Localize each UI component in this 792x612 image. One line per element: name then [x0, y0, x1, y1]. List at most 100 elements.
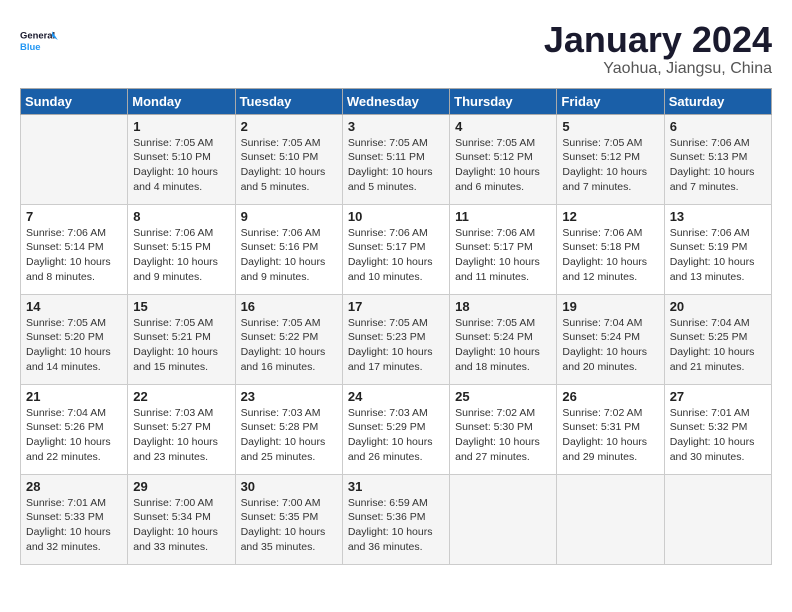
table-row: 4 Sunrise: 7:05 AM Sunset: 5:12 PM Daylig…: [450, 114, 557, 204]
title-block: January 2024 Yaohua, Jiangsu, China: [544, 20, 772, 78]
table-row: 7 Sunrise: 7:06 AM Sunset: 5:14 PM Daylig…: [21, 204, 128, 294]
calendar-week-row: 14 Sunrise: 7:05 AM Sunset: 5:20 PM Dayli…: [21, 294, 772, 384]
day-info: Sunrise: 6:59 AM Sunset: 5:36 PM Dayligh…: [348, 496, 444, 555]
day-number: 2: [241, 119, 337, 134]
day-info: Sunrise: 7:05 AM Sunset: 5:11 PM Dayligh…: [348, 136, 444, 195]
day-number: 19: [562, 299, 658, 314]
calendar-week-row: 21 Sunrise: 7:04 AM Sunset: 5:26 PM Dayli…: [21, 384, 772, 474]
table-row: 22 Sunrise: 7:03 AM Sunset: 5:27 PM Dayli…: [128, 384, 235, 474]
day-number: 31: [348, 479, 444, 494]
day-number: 30: [241, 479, 337, 494]
table-row: 20 Sunrise: 7:04 AM Sunset: 5:25 PM Dayli…: [664, 294, 771, 384]
day-number: 20: [670, 299, 766, 314]
table-row: 18 Sunrise: 7:05 AM Sunset: 5:24 PM Dayli…: [450, 294, 557, 384]
table-row: 13Sunrise: 7:06 AM Sunset: 5:19 PM Dayli…: [664, 204, 771, 294]
day-info: Sunrise: 7:05 AM Sunset: 5:21 PM Dayligh…: [133, 316, 229, 375]
table-row: 31 Sunrise: 6:59 AM Sunset: 5:36 PM Dayli…: [342, 474, 449, 564]
day-number: 25: [455, 389, 551, 404]
day-info: Sunrise: 7:05 AM Sunset: 5:23 PM Dayligh…: [348, 316, 444, 375]
day-number: 6: [670, 119, 766, 134]
svg-text:Blue: Blue: [20, 42, 40, 53]
svg-text:General: General: [20, 31, 55, 42]
day-number: 24: [348, 389, 444, 404]
table-row: 5Sunrise: 7:05 AM Sunset: 5:12 PM Daylig…: [557, 114, 664, 204]
table-row: [21, 114, 128, 204]
header-sunday: Sunday: [21, 88, 128, 114]
table-row: 23Sunrise: 7:03 AM Sunset: 5:28 PM Dayli…: [235, 384, 342, 474]
header-friday: Friday: [557, 88, 664, 114]
day-number: 15: [133, 299, 229, 314]
day-number: 14: [26, 299, 122, 314]
header-monday: Monday: [128, 88, 235, 114]
main-title: January 2024: [544, 20, 772, 60]
day-info: Sunrise: 7:06 AM Sunset: 5:17 PM Dayligh…: [455, 226, 551, 285]
table-row: 8 Sunrise: 7:06 AM Sunset: 5:15 PM Daylig…: [128, 204, 235, 294]
table-row: 19 Sunrise: 7:04 AM Sunset: 5:24 PM Dayli…: [557, 294, 664, 384]
table-row: 10 Sunrise: 7:06 AM Sunset: 5:17 PM Dayli…: [342, 204, 449, 294]
day-info: Sunrise: 7:05 AM Sunset: 5:20 PM Dayligh…: [26, 316, 122, 375]
day-info: Sunrise: 7:05 AM Sunset: 5:22 PM Dayligh…: [241, 316, 337, 375]
table-row: 1 Sunrise: 7:05 AM Sunset: 5:10 PM Daylig…: [128, 114, 235, 204]
day-info: Sunrise: 7:05 AM Sunset: 5:10 PM Dayligh…: [241, 136, 337, 195]
table-row: 9Sunrise: 7:06 AM Sunset: 5:16 PM Daylig…: [235, 204, 342, 294]
table-row: 24Sunrise: 7:03 AM Sunset: 5:29 PM Dayli…: [342, 384, 449, 474]
table-row: 2 Sunrise: 7:05 AM Sunset: 5:10 PM Daylig…: [235, 114, 342, 204]
table-row: 16 Sunrise: 7:05 AM Sunset: 5:22 PM Dayli…: [235, 294, 342, 384]
header-wednesday: Wednesday: [342, 88, 449, 114]
day-number: 10: [348, 209, 444, 224]
calendar-week-row: 1 Sunrise: 7:05 AM Sunset: 5:10 PM Daylig…: [21, 114, 772, 204]
day-info: Sunrise: 7:04 AM Sunset: 5:25 PM Dayligh…: [670, 316, 766, 375]
day-info: Sunrise: 7:05 AM Sunset: 5:12 PM Dayligh…: [455, 136, 551, 195]
day-number: 26: [562, 389, 658, 404]
day-info: Sunrise: 7:06 AM Sunset: 5:18 PM Dayligh…: [562, 226, 658, 285]
table-row: 14 Sunrise: 7:05 AM Sunset: 5:20 PM Dayli…: [21, 294, 128, 384]
day-info: Sunrise: 7:05 AM Sunset: 5:10 PM Dayligh…: [133, 136, 229, 195]
day-number: 12: [562, 209, 658, 224]
day-info: Sunrise: 7:04 AM Sunset: 5:24 PM Dayligh…: [562, 316, 658, 375]
table-row: 26 Sunrise: 7:02 AM Sunset: 5:31 PM Dayli…: [557, 384, 664, 474]
table-row: 25Sunrise: 7:02 AM Sunset: 5:30 PM Dayli…: [450, 384, 557, 474]
day-number: 28: [26, 479, 122, 494]
day-info: Sunrise: 7:02 AM Sunset: 5:31 PM Dayligh…: [562, 406, 658, 465]
day-info: Sunrise: 7:01 AM Sunset: 5:32 PM Dayligh…: [670, 406, 766, 465]
table-row: 6 Sunrise: 7:06 AM Sunset: 5:13 PM Daylig…: [664, 114, 771, 204]
day-info: Sunrise: 7:06 AM Sunset: 5:16 PM Dayligh…: [241, 226, 337, 285]
calendar-table: Sunday Monday Tuesday Wednesday Thursday…: [20, 88, 772, 565]
day-number: 3: [348, 119, 444, 134]
page: General Blue General Blue January 2024 Y…: [0, 0, 792, 612]
calendar-header-row: Sunday Monday Tuesday Wednesday Thursday…: [21, 88, 772, 114]
calendar-week-row: 7 Sunrise: 7:06 AM Sunset: 5:14 PM Daylig…: [21, 204, 772, 294]
day-number: 4: [455, 119, 551, 134]
day-info: Sunrise: 7:03 AM Sunset: 5:27 PM Dayligh…: [133, 406, 229, 465]
day-number: 13: [670, 209, 766, 224]
day-info: Sunrise: 7:01 AM Sunset: 5:33 PM Dayligh…: [26, 496, 122, 555]
table-row: [450, 474, 557, 564]
day-info: Sunrise: 7:03 AM Sunset: 5:28 PM Dayligh…: [241, 406, 337, 465]
day-number: 17: [348, 299, 444, 314]
day-number: 1: [133, 119, 229, 134]
day-info: Sunrise: 7:06 AM Sunset: 5:13 PM Dayligh…: [670, 136, 766, 195]
table-row: 15 Sunrise: 7:05 AM Sunset: 5:21 PM Dayli…: [128, 294, 235, 384]
day-info: Sunrise: 7:05 AM Sunset: 5:24 PM Dayligh…: [455, 316, 551, 375]
day-info: Sunrise: 7:06 AM Sunset: 5:14 PM Dayligh…: [26, 226, 122, 285]
day-number: 8: [133, 209, 229, 224]
table-row: 17 Sunrise: 7:05 AM Sunset: 5:23 PM Dayli…: [342, 294, 449, 384]
header-thursday: Thursday: [450, 88, 557, 114]
table-row: 21 Sunrise: 7:04 AM Sunset: 5:26 PM Dayli…: [21, 384, 128, 474]
table-row: [557, 474, 664, 564]
table-row: 29Sunrise: 7:00 AM Sunset: 5:34 PM Dayli…: [128, 474, 235, 564]
subtitle: Yaohua, Jiangsu, China: [544, 60, 772, 78]
day-number: 21: [26, 389, 122, 404]
day-number: 18: [455, 299, 551, 314]
day-info: Sunrise: 7:06 AM Sunset: 5:15 PM Dayligh…: [133, 226, 229, 285]
table-row: 30 Sunrise: 7:00 AM Sunset: 5:35 PM Dayli…: [235, 474, 342, 564]
day-info: Sunrise: 7:04 AM Sunset: 5:26 PM Dayligh…: [26, 406, 122, 465]
day-info: Sunrise: 7:00 AM Sunset: 5:35 PM Dayligh…: [241, 496, 337, 555]
logo: General Blue General Blue: [20, 20, 60, 60]
day-info: Sunrise: 7:06 AM Sunset: 5:17 PM Dayligh…: [348, 226, 444, 285]
table-row: 11Sunrise: 7:06 AM Sunset: 5:17 PM Dayli…: [450, 204, 557, 294]
calendar-week-row: 28 Sunrise: 7:01 AM Sunset: 5:33 PM Dayli…: [21, 474, 772, 564]
day-number: 16: [241, 299, 337, 314]
day-number: 22: [133, 389, 229, 404]
day-number: 7: [26, 209, 122, 224]
